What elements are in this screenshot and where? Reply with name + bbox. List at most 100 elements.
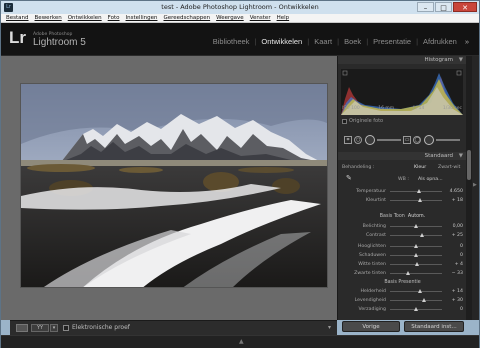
panel-buttons: Vorige Standaard inst... <box>338 321 467 335</box>
slider-knob[interactable] <box>414 307 418 311</box>
graduated-filter-icon[interactable]: ▭ <box>403 136 412 144</box>
brand-product: Lightroom 5 <box>33 37 86 48</box>
right-panel-toggle[interactable]: ▶ <box>472 56 479 320</box>
slider-track[interactable] <box>390 224 442 228</box>
reset-button[interactable]: Standaard inst... <box>404 321 464 332</box>
radial-filter-icon[interactable]: ◯ <box>413 136 422 144</box>
module-kaart[interactable]: Kaart <box>309 37 337 46</box>
slider-value[interactable]: − 33 <box>443 270 463 277</box>
module-presentatie[interactable]: Presentatie <box>368 37 416 46</box>
module-picker: Bibliotheek | Ontwikkelen | Kaart | Boek | P… <box>208 37 469 46</box>
slider-value[interactable]: 0 <box>443 252 463 259</box>
slider-knob[interactable] <box>414 253 418 257</box>
wb-select[interactable]: Als opna... <box>418 176 443 183</box>
module-boek[interactable]: Boek <box>339 37 366 46</box>
slider-track[interactable] <box>390 262 442 266</box>
crop-tool-icon[interactable]: ⌗ <box>344 136 352 144</box>
close-button[interactable]: ✕ <box>453 2 477 12</box>
histogram-title: Histogram <box>424 57 453 63</box>
slider-value[interactable]: + 18 <box>443 197 463 204</box>
slider-track[interactable] <box>390 307 442 311</box>
menu-instellingen[interactable]: Instellingen <box>126 14 158 22</box>
slider-value[interactable]: 0 <box>443 306 463 313</box>
slider-knob[interactable] <box>418 198 423 202</box>
before-after-button[interactable]: YY <box>31 324 49 332</box>
spot-removal-icon[interactable]: ○ <box>354 136 363 144</box>
slider-knob[interactable] <box>421 298 426 302</box>
slider-label: Kleurtint <box>365 198 386 203</box>
slider-knob[interactable] <box>414 244 418 248</box>
previous-button[interactable]: Vorige <box>342 321 400 332</box>
loupe-view-button[interactable] <box>16 324 28 332</box>
tool-strip: ⌗ ○ ▭ ◯ <box>342 134 462 146</box>
slider-track[interactable] <box>390 189 442 193</box>
softproof-checkbox[interactable] <box>63 325 69 331</box>
more-modules-icon[interactable]: » <box>462 37 469 46</box>
slider-knob[interactable] <box>405 271 410 275</box>
slider-track[interactable] <box>390 298 442 302</box>
slider-knob[interactable] <box>420 233 425 237</box>
eyedropper-icon[interactable]: ✎ <box>346 175 354 183</box>
exif-info: ISO 100 16 mm ƒ / 14 1/30 sec <box>342 106 462 111</box>
basic-panel-header[interactable]: Standaard ▼ <box>338 152 467 160</box>
slider-value[interactable]: + 4 <box>443 261 463 268</box>
filmstrip-toggle[interactable]: ▲ <box>1 335 479 348</box>
menu-venster[interactable]: Venster <box>250 14 271 22</box>
slider-knob[interactable] <box>416 189 421 193</box>
maximize-button[interactable]: □ <box>435 2 452 12</box>
original-photo-toggle[interactable]: Originele foto <box>342 118 383 124</box>
slider-track[interactable] <box>390 289 442 293</box>
module-afdrukken[interactable]: Afdrukken <box>418 37 462 46</box>
application-window: Lr test - Adobe Photoshop Lightroom - On… <box>0 0 480 348</box>
slider-knob[interactable] <box>414 224 418 228</box>
exif-iso: ISO 100 <box>342 106 360 111</box>
slider-value[interactable]: 0,00 <box>443 223 463 230</box>
slider-knob[interactable] <box>417 289 422 293</box>
menu-bar: Bestand Bewerken Ontwikkelen Foto Instel… <box>1 14 479 23</box>
menu-ontwikkelen[interactable]: Ontwikkelen <box>68 14 102 22</box>
menu-help[interactable]: Help <box>277 14 290 22</box>
slider-value[interactable]: + 14 <box>443 288 463 295</box>
slider-row-hooglichten: Hooglichten 0 <box>338 243 467 250</box>
scrollbar-thumb[interactable] <box>467 150 471 180</box>
minimize-button[interactable]: – <box>417 2 434 12</box>
slider-track[interactable] <box>390 198 442 202</box>
menu-foto[interactable]: Foto <box>108 14 120 22</box>
slider-value[interactable]: + 30 <box>443 297 463 304</box>
slider-track[interactable] <box>390 244 442 248</box>
treatment-bw[interactable]: Zwart-wit <box>438 164 460 171</box>
right-triangle-icon: ▶ <box>473 182 477 188</box>
slider-value[interactable]: 0 <box>443 243 463 250</box>
right-panel: Histogram ▼ ISO 100 16 mm ƒ / 14 1/30 sec… <box>337 56 467 332</box>
slider-track[interactable] <box>390 233 442 237</box>
module-bibliotheek[interactable]: Bibliotheek <box>208 37 255 46</box>
menu-weergave[interactable]: Weergave <box>216 14 244 22</box>
slider-track[interactable] <box>390 253 442 257</box>
landscape-photo[interactable] <box>20 83 328 288</box>
original-photo-checkbox[interactable] <box>342 118 347 124</box>
histogram-header[interactable]: Histogram ▼ <box>338 56 467 64</box>
menu-bewerken[interactable]: Bewerken <box>35 14 62 22</box>
softproof-label: Elektronische proef <box>72 324 130 331</box>
menu-bestand[interactable]: Bestand <box>6 14 29 22</box>
slider-row-verzadiging: Verzadiging 0 <box>338 306 467 313</box>
slider-label: Schaduwen <box>358 253 386 258</box>
slider-label: Belichting <box>362 224 386 229</box>
wb-row: ✎ WB : Als opna... <box>338 175 467 183</box>
auto-tone-button[interactable]: Autom. <box>408 214 425 219</box>
slider-value[interactable]: 4.650 <box>443 188 463 195</box>
module-ontwikkelen[interactable]: Ontwikkelen <box>256 37 307 46</box>
treatment-label: Behandeling : <box>342 165 375 170</box>
adjustment-brush-icon[interactable] <box>423 135 434 145</box>
title-bar: Lr test - Adobe Photoshop Lightroom - On… <box>1 1 479 14</box>
slider-track[interactable] <box>390 271 442 275</box>
menu-gereedschappen[interactable]: Gereedschappen <box>163 14 210 22</box>
treatment-color[interactable]: Kleur <box>414 164 426 171</box>
toolbar-menu-arrow[interactable]: ▾ <box>328 324 331 331</box>
slider-value[interactable]: + 25 <box>443 232 463 239</box>
slider-knob[interactable] <box>415 262 420 266</box>
slider-label: Temperatuur <box>356 189 386 194</box>
red-eye-icon[interactable] <box>364 135 375 145</box>
before-after-dropdown[interactable]: ▾ <box>50 324 58 332</box>
slider-row-levendigheid: Levendigheid + 30 <box>338 297 467 304</box>
